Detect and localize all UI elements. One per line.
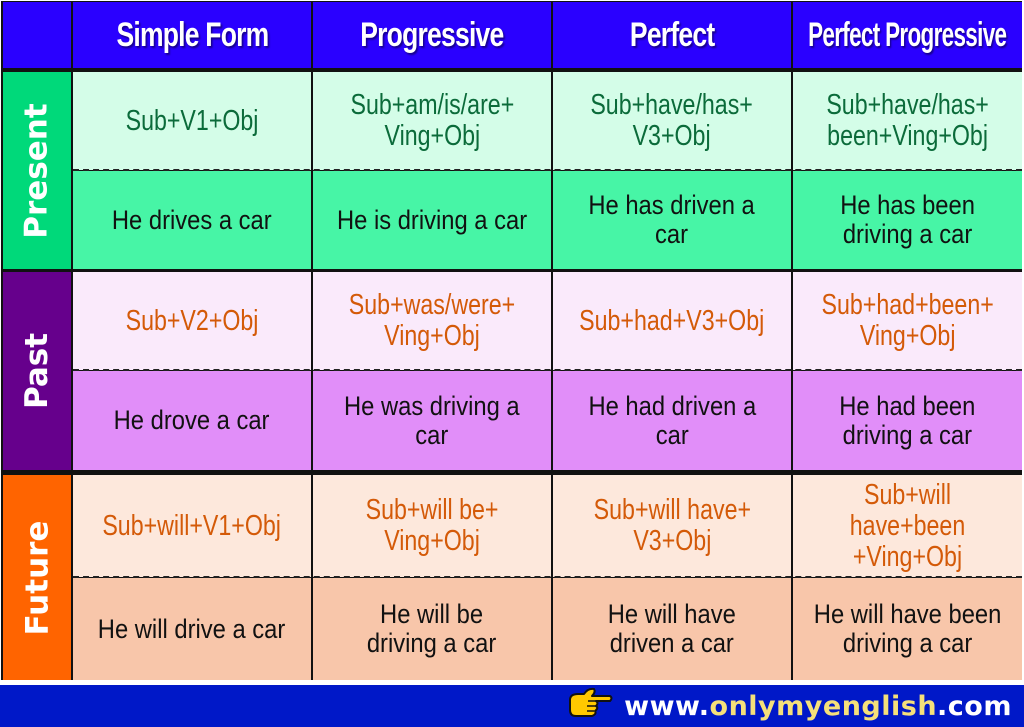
example-cell: He will have driven a car — [553, 578, 791, 680]
example-text: He had driven a car — [588, 390, 756, 450]
formula-cell: Sub+will have+ V3+Obj — [553, 475, 791, 577]
formula-text: Sub+have/has+ V3+Obj — [590, 89, 754, 152]
example-text: He drives a car — [112, 204, 272, 235]
example-cell: He will have been driving a car — [793, 578, 1022, 680]
dashed-divider — [73, 169, 1022, 171]
example-text: He is driving a car — [336, 204, 528, 235]
tense-label-text: Future — [19, 520, 55, 635]
tense-label-text: Past — [19, 332, 56, 410]
column-header-label: Perfect — [629, 15, 715, 54]
formula-cell: Sub+had+V3+Obj — [553, 272, 791, 370]
formula-cell: Sub+will have+been +Ving+Obj — [793, 475, 1022, 577]
example-cell: He will drive a car — [73, 578, 311, 680]
example-cell: He has been driving a car — [793, 171, 1022, 269]
formula-text: Sub+will+V1+Obj — [102, 509, 282, 542]
formula-text: Sub+will have+been +Ving+Obj — [849, 478, 966, 573]
example-cell: He was driving a car — [313, 371, 551, 470]
example-cell: He had been driving a car — [793, 371, 1022, 470]
column-header-label: Progressive — [360, 15, 504, 54]
dashed-divider — [73, 369, 1022, 371]
formula-cell: Sub+am/is/are+ Ving+Obj — [313, 72, 551, 170]
formula-text: Sub+will have+ V3+Obj — [593, 494, 751, 557]
column-header: Perfect Progressive — [793, 2, 1022, 68]
formula-cell: Sub+have/has+ been+Ving+Obj — [793, 72, 1022, 170]
formula-text: Sub+V2+Obj — [125, 304, 259, 337]
formula-text: Sub+have/has+ been+Ving+Obj — [826, 89, 989, 152]
tense-table: Simple Form Progressive Perfect Perfect Pro… — [1, 1, 1022, 680]
tense-label-future: Future — [3, 475, 71, 680]
formula-text: Sub+will be+ Ving+Obj — [365, 494, 499, 557]
example-text: He will be driving a car — [367, 599, 497, 658]
column-header-label: Simple Form — [115, 15, 269, 54]
header-corner — [3, 2, 71, 68]
column-header: Simple Form — [73, 2, 311, 68]
example-cell: He is driving a car — [313, 171, 551, 269]
formula-text: Sub+V1+Obj — [125, 104, 259, 137]
example-text: He will have driven a car — [607, 599, 737, 658]
formula-text: Sub+had+been+ Ving+Obj — [821, 289, 994, 352]
example-text: He has driven a car — [588, 190, 756, 249]
url-main: onlymyenglish — [709, 690, 938, 722]
formula-text: Sub+was/were+ Ving+Obj — [348, 289, 516, 352]
example-text: He drove a car — [114, 405, 270, 435]
example-text: He will drive a car — [98, 613, 286, 644]
footer-banner: www.onlymyenglish.com — [0, 683, 1024, 727]
formula-cell: Sub+have/has+ V3+Obj — [553, 72, 791, 170]
example-cell: He drives a car — [73, 171, 311, 269]
example-cell: He drove a car — [73, 371, 311, 470]
example-text: He will have been driving a car — [813, 599, 1002, 658]
tense-label-past: Past — [3, 272, 71, 470]
formula-cell: Sub+V2+Obj — [73, 272, 311, 370]
column-header: Perfect — [553, 2, 791, 68]
url-prefix: www. — [624, 690, 710, 722]
example-cell: He will be driving a car — [313, 578, 551, 680]
formula-cell: Sub+V1+Obj — [73, 72, 311, 170]
column-header-label: Perfect Progressive — [808, 15, 1007, 54]
column-header: Progressive — [313, 2, 551, 68]
formula-cell: Sub+had+been+ Ving+Obj — [793, 272, 1022, 370]
formula-cell: Sub+was/were+ Ving+Obj — [313, 272, 551, 370]
example-cell: He has driven a car — [553, 171, 791, 269]
dashed-divider — [73, 576, 1022, 578]
website-url[interactable]: www.onlymyenglish.com — [624, 691, 1012, 722]
example-text: He has been driving a car — [840, 190, 975, 249]
tense-label-text: Present — [19, 102, 55, 239]
example-cell: He had driven a car — [553, 371, 791, 470]
formula-cell: Sub+will be+ Ving+Obj — [313, 475, 551, 577]
formula-cell: Sub+will+V1+Obj — [73, 475, 311, 577]
url-suffix: .com — [937, 690, 1012, 722]
tense-label-present: Present — [3, 72, 71, 269]
pointing-hand-icon — [566, 686, 614, 727]
example-text: He had been driving a car — [839, 390, 976, 450]
example-text: He was driving a car — [344, 390, 520, 450]
formula-text: Sub+had+V3+Obj — [579, 304, 765, 337]
formula-text: Sub+am/is/are+ Ving+Obj — [350, 89, 514, 152]
